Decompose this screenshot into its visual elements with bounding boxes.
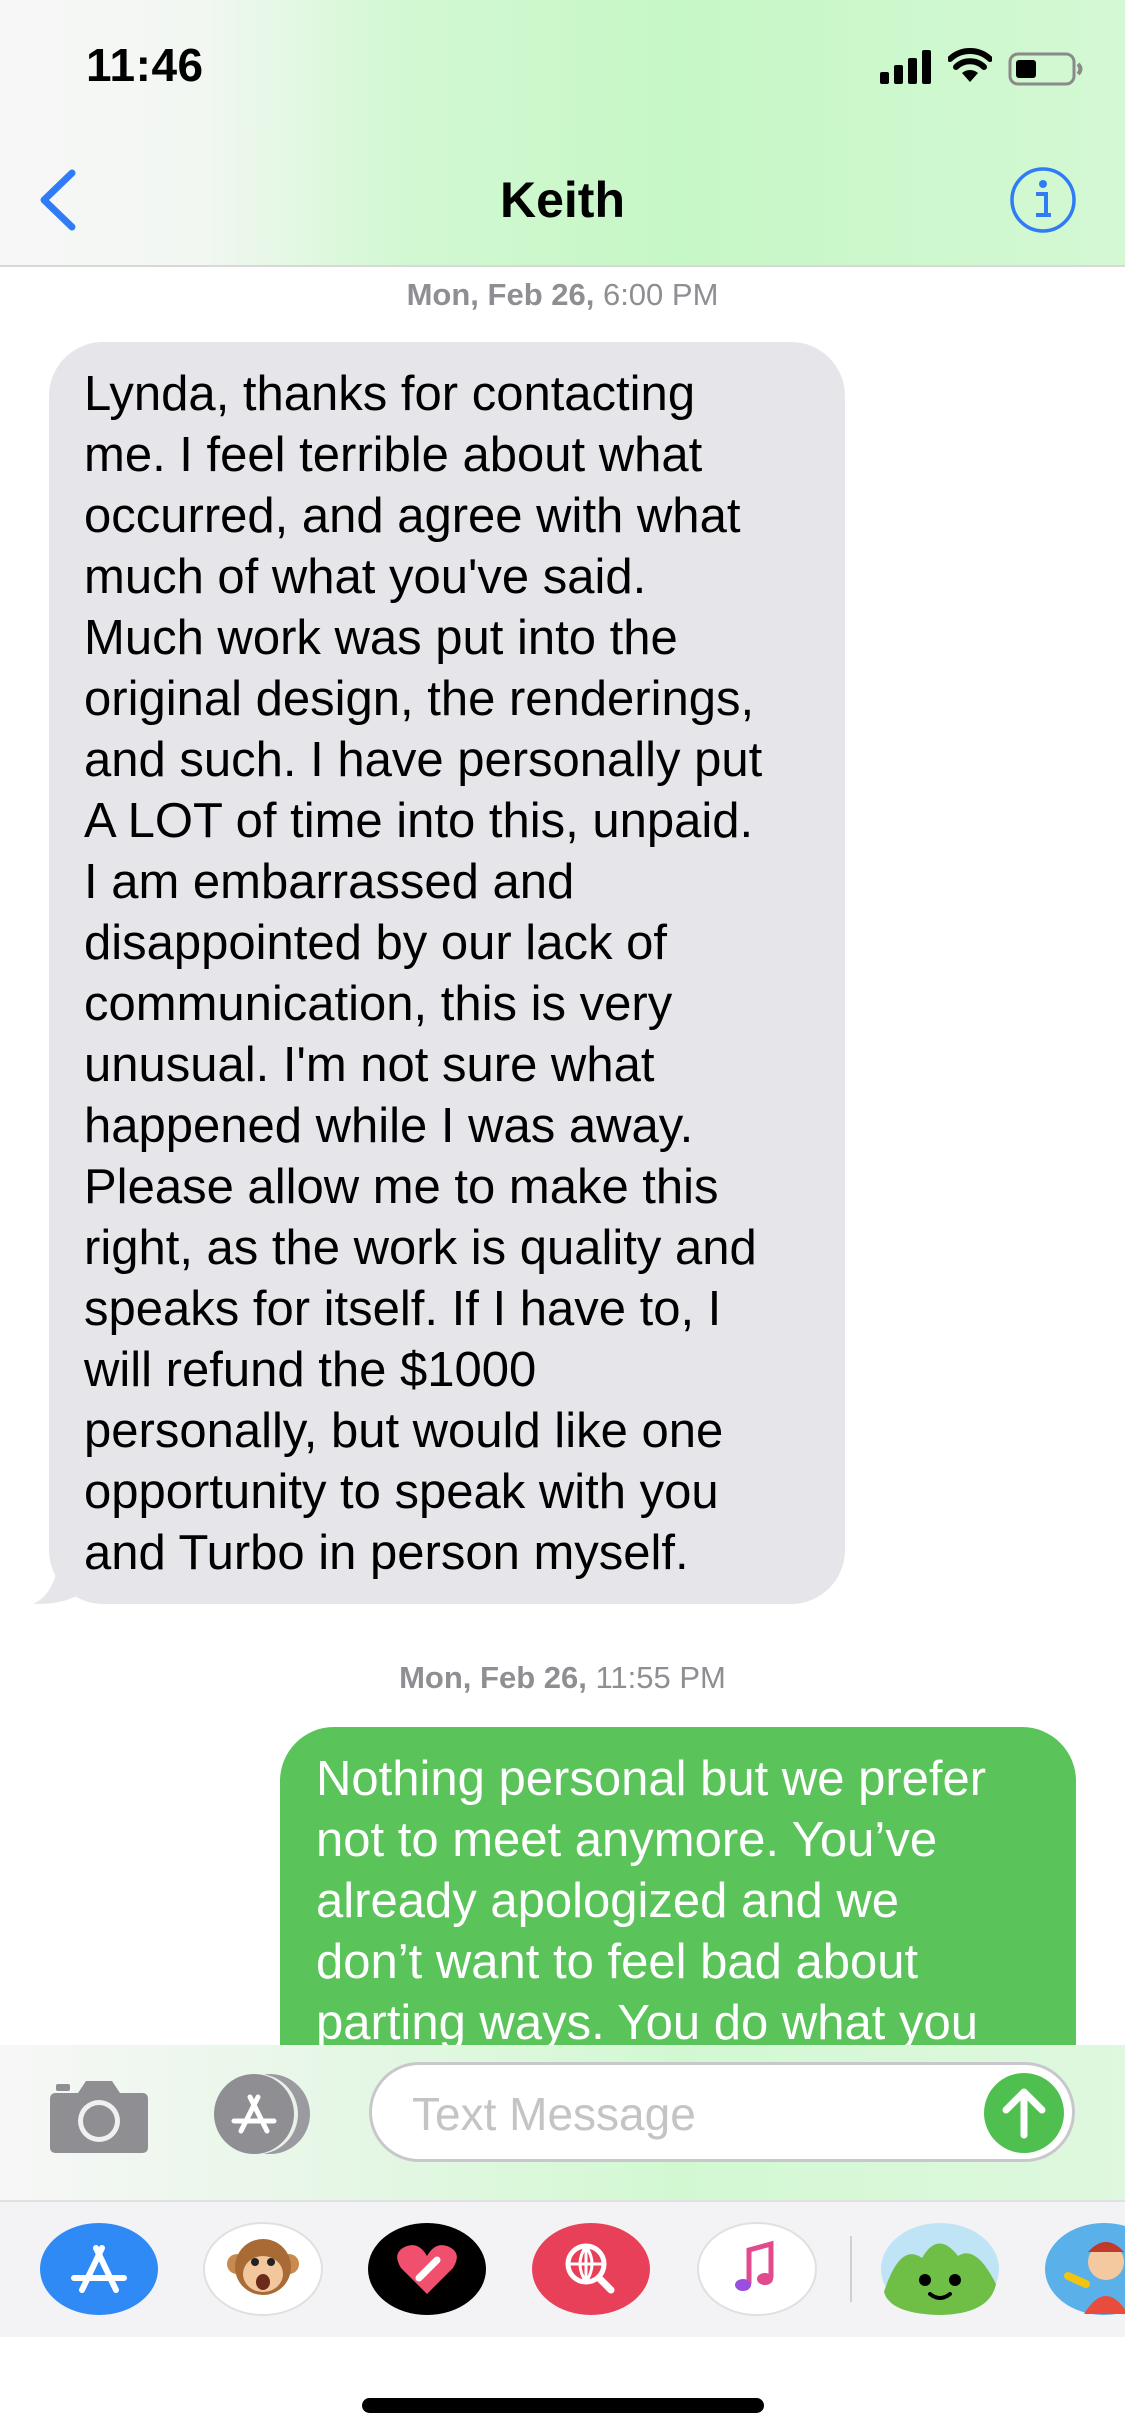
message-timestamp: Mon, Feb 26, 11:55 PM <box>0 1660 1125 1696</box>
animoji-monkey-icon[interactable] <box>203 2222 323 2316</box>
camera-icon[interactable] <box>48 2075 150 2155</box>
app-store-icon[interactable] <box>208 2071 318 2157</box>
drawer-divider <box>850 2236 852 2302</box>
music-icon[interactable] <box>697 2222 817 2316</box>
received-message-bubble[interactable]: Lynda, thanks for contacting me. I feel … <box>49 342 845 1604</box>
battery-icon <box>1008 52 1083 86</box>
message-text-field[interactable]: Text Message <box>369 2062 1075 2162</box>
message-composer: Text Message <box>0 2045 1125 2200</box>
green-monster-app-icon[interactable] <box>880 2222 1000 2316</box>
timestamp-time: 11:55 PM <box>586 1660 726 1695</box>
web-search-icon[interactable] <box>531 2222 651 2316</box>
cartoon-character-app-icon[interactable] <box>1044 2222 1125 2316</box>
imessage-app-drawer <box>0 2200 1125 2337</box>
info-icon[interactable] <box>1008 165 1078 235</box>
wifi-icon <box>948 48 992 82</box>
timestamp-day: Mon, Feb 26, <box>406 277 595 312</box>
cellular-signal-icon <box>880 50 931 84</box>
message-timestamp: Mon, Feb 26, 6:00 PM <box>0 277 1125 313</box>
timestamp-time: 6:00 PM <box>594 277 719 312</box>
home-indicator[interactable] <box>362 2398 764 2413</box>
status-bar: 11:46 <box>0 0 1125 135</box>
contact-name[interactable]: Keith <box>0 171 1125 229</box>
message-list[interactable]: Mon, Feb 26, 6:00 PM Lynda, thanks for c… <box>0 267 1125 2045</box>
status-time: 11:46 <box>86 39 204 91</box>
conversation-header: Keith <box>0 135 1125 267</box>
messages-screen: 11:46 Keith Mon, Feb 26, 6:00 PM Lynda, … <box>0 0 1125 2436</box>
app-store-icon[interactable] <box>39 2222 159 2316</box>
text-field-placeholder: Text Message <box>412 2088 696 2140</box>
sent-message-bubble[interactable]: Nothing personal but we prefer not to me… <box>280 1727 1076 2045</box>
digital-touch-heart-icon[interactable] <box>367 2222 487 2316</box>
send-arrow-icon[interactable] <box>984 2073 1064 2153</box>
timestamp-day: Mon, Feb 26, <box>399 1660 587 1695</box>
